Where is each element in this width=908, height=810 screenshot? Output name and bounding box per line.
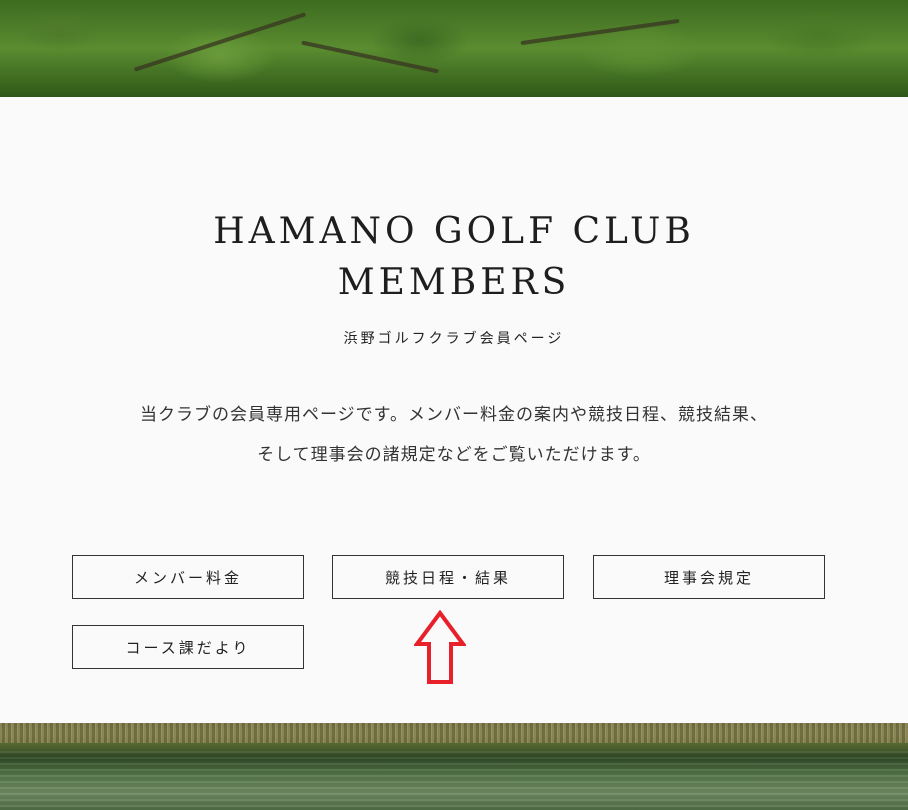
page-subtitle: 浜野ゴルフクラブ会員ページ bbox=[343, 331, 565, 347]
course-news-button[interactable]: コース課だより bbox=[72, 625, 304, 669]
members-intro-section: HAMANO GOLF CLUB MEMBERS 浜野ゴルフクラブ会員ページ 当… bbox=[0, 97, 908, 723]
board-rules-button[interactable]: 理事会規定 bbox=[593, 555, 825, 599]
water-ripples-decoration bbox=[0, 751, 908, 810]
intro-text-line2: そして理事会の諸規定などをご覧いただけます。 bbox=[257, 445, 651, 465]
competition-schedule-results-button[interactable]: 競技日程・結果 bbox=[332, 555, 564, 599]
page-title-line2: MEMBERS bbox=[337, 262, 571, 303]
reeds-decoration bbox=[0, 723, 908, 743]
hero-image-trees bbox=[0, 0, 908, 97]
intro-text-line1: 当クラブの会員専用ページです。メンバー料金の案内や競技日程、競技結果、 bbox=[140, 405, 768, 425]
up-arrow-annotation-icon bbox=[414, 610, 466, 684]
page-title-line1: HAMANO GOLF CLUB bbox=[213, 211, 695, 252]
members-fee-button[interactable]: メンバー料金 bbox=[72, 555, 304, 599]
hero-image-pond bbox=[0, 723, 908, 810]
